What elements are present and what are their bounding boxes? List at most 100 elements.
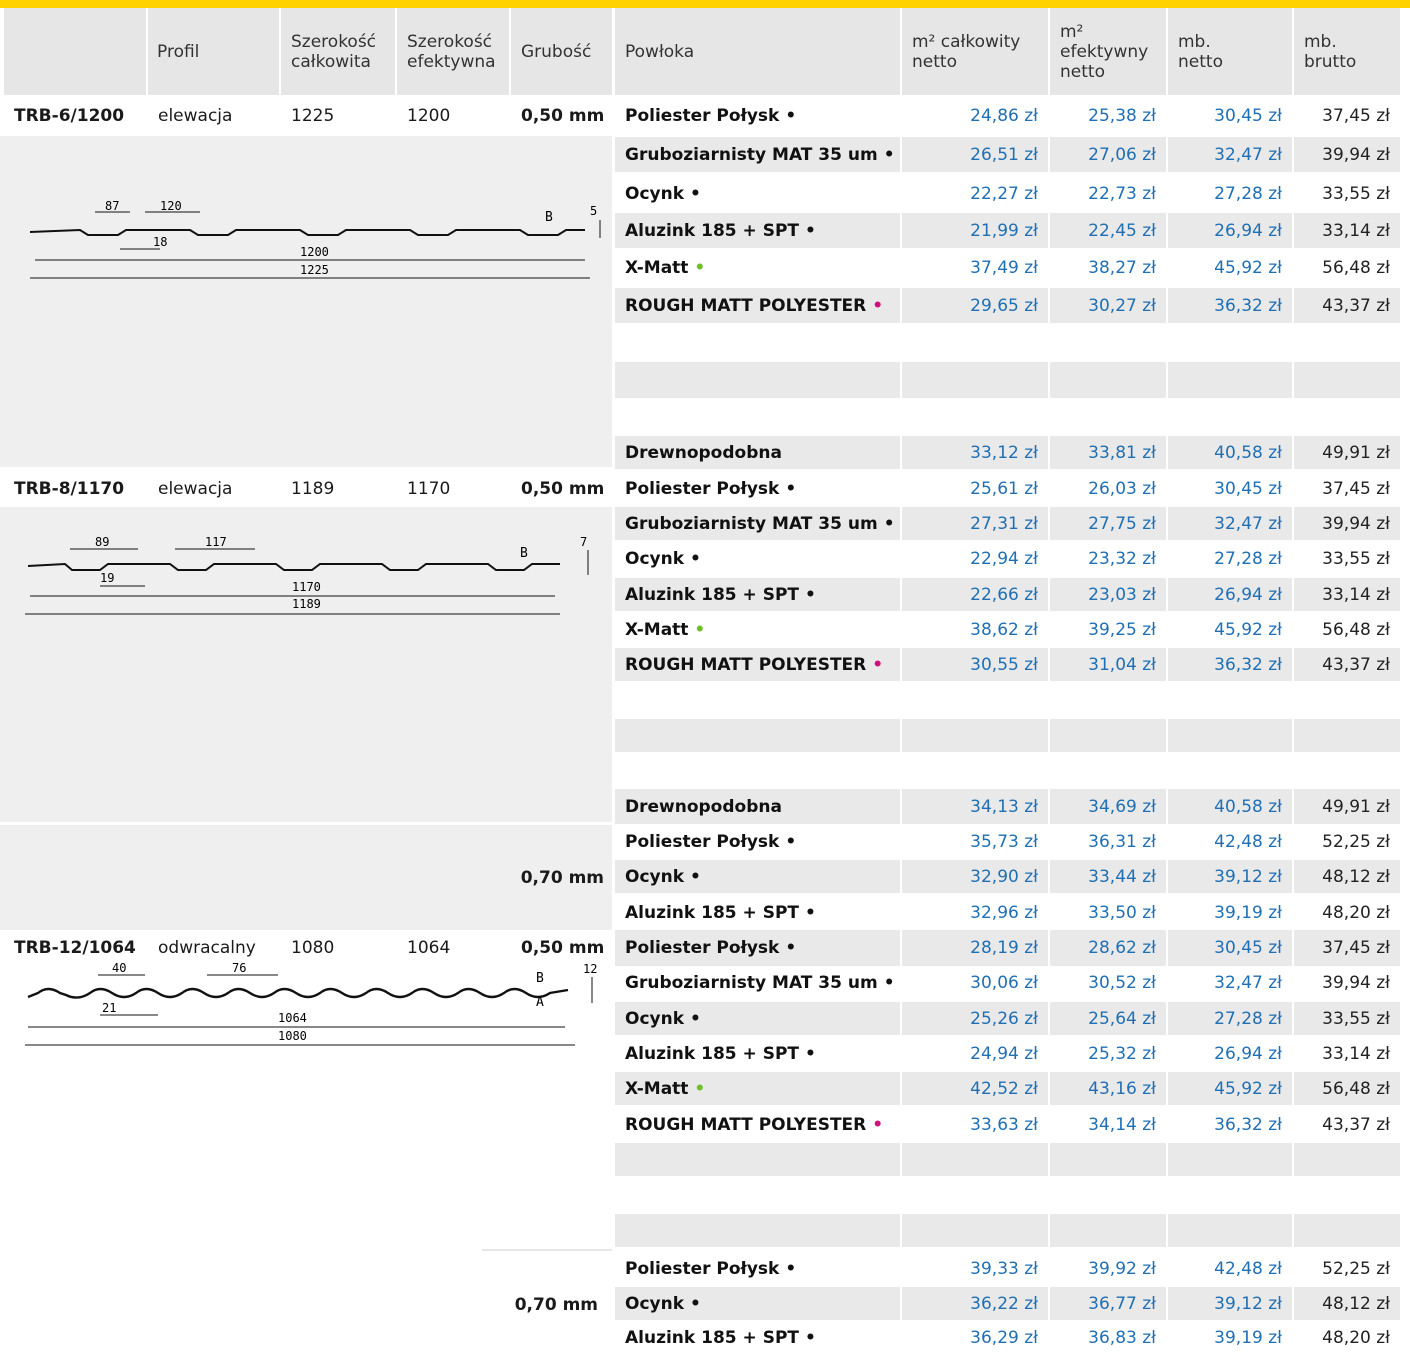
top-accent-bar <box>0 0 1410 8</box>
price-m2-ef: 25,38 zł <box>1050 98 1166 134</box>
coating-label: Aluzink 185 + SPT <box>625 1043 800 1064</box>
coating-dot-icon: • <box>883 144 895 165</box>
price-mb-netto: 45,92 zł <box>1168 250 1292 285</box>
coating-dot-icon: • <box>690 866 701 887</box>
coating-dot-icon: • <box>805 220 816 241</box>
coating-name: Gruboziarnisty MAT 35 um • <box>615 966 900 999</box>
product-grubosc-070: 0,70 mm <box>514 1295 598 1315</box>
price-m2-ef: 38,27 zł <box>1050 250 1166 285</box>
price-mb-netto: 40,58 zł <box>1168 789 1292 824</box>
coating-label: Drewnopodobna <box>625 442 782 463</box>
header-powloka: Powłoka <box>615 8 900 95</box>
header-mb-brutto: mb. brutto <box>1294 8 1400 95</box>
divider-line <box>482 1249 612 1251</box>
price-m2-calk: 37,49 zł <box>902 250 1048 285</box>
header-m2-calk: m² całkowity netto <box>902 8 1048 95</box>
product-grubosc: 0,50 mm <box>521 106 605 126</box>
price-mb-netto: 45,92 zł <box>1168 613 1292 646</box>
coating-label: Poliester Połysk <box>625 938 780 958</box>
coating-dot-icon: • <box>883 972 895 993</box>
empty-row-cell <box>902 362 1048 398</box>
price-mb-brutto: 48,20 zł <box>1294 896 1400 929</box>
coating-label: Ocynk <box>625 866 685 887</box>
coating-name: Aluzink 185 + SPT • <box>615 896 900 929</box>
coating-label: ROUGH MATT POLYESTER <box>625 295 867 316</box>
price-mb-brutto: 33,14 zł <box>1294 578 1400 611</box>
coating-label: X-Matt <box>625 257 689 278</box>
price-m2-calk: 33,63 zł <box>902 1108 1048 1141</box>
empty-row-cell <box>902 398 1048 434</box>
price-m2-calk: 32,90 zł <box>902 860 1048 893</box>
empty-row-cell <box>615 1214 900 1247</box>
price-m2-calk: 38,62 zł <box>902 613 1048 646</box>
price-mb-brutto: 52,25 zł <box>1294 1251 1400 1287</box>
sheet-outline <box>27 987 569 999</box>
price-m2-ef: 26,03 zł <box>1050 471 1166 507</box>
price-mb-brutto: 56,48 zł <box>1294 1072 1400 1105</box>
price-m2-ef: 22,45 zł <box>1050 213 1166 248</box>
empty-row-cell <box>1168 754 1292 787</box>
price-m2-ef: 39,92 zł <box>1050 1251 1166 1287</box>
coating-dot-icon: • <box>872 295 884 316</box>
empty-row-cell <box>1050 1214 1166 1247</box>
empty-row-cell <box>1294 684 1400 717</box>
coating-label: Ocynk <box>625 183 685 204</box>
price-m2-calk: 35,73 zł <box>902 825 1048 858</box>
empty-row-cell <box>902 1143 1048 1176</box>
dim-w2: 76 <box>232 961 246 975</box>
empty-row-cell <box>902 326 1048 359</box>
price-m2-ef: 36,31 zł <box>1050 825 1166 858</box>
coating-label: ROUGH MATT POLYESTER <box>625 654 867 675</box>
price-mb-brutto: 49,91 zł <box>1294 436 1400 469</box>
price-m2-calk: 32,96 zł <box>902 896 1048 929</box>
price-m2-calk: 21,99 zł <box>902 213 1048 248</box>
coating-dot-icon: • <box>785 479 797 499</box>
price-m2-calk: 26,51 zł <box>902 137 1048 172</box>
product-grubosc-070: 0,70 mm <box>520 868 604 888</box>
price-m2-calk: 39,33 zł <box>902 1251 1048 1287</box>
price-m2-ef: 33,81 zł <box>1050 436 1166 469</box>
coating-label: ROUGH MATT POLYESTER <box>625 1114 867 1135</box>
price-m2-ef: 28,62 zł <box>1050 930 1166 966</box>
price-mb-netto: 39,12 zł <box>1168 1287 1292 1320</box>
price-mb-brutto: 43,37 zł <box>1294 648 1400 681</box>
empty-row-cell <box>1294 398 1400 434</box>
price-m2-ef: 36,83 zł <box>1050 1322 1166 1354</box>
price-mb-netto: 27,28 zł <box>1168 542 1292 575</box>
coating-name: X-Matt • <box>615 250 900 285</box>
coating-label: Gruboziarnisty MAT 35 um <box>625 972 878 993</box>
coating-name: Aluzink 185 + SPT • <box>615 1322 900 1354</box>
coating-dot-icon: • <box>785 831 797 852</box>
price-mb-netto: 26,94 zł <box>1168 213 1292 248</box>
coating-name: Ocynk • <box>615 1287 900 1320</box>
price-mb-brutto: 52,25 zł <box>1294 825 1400 858</box>
empty-row-cell <box>615 1143 900 1176</box>
coating-name: Ocynk • <box>615 860 900 893</box>
empty-row-cell <box>1168 1143 1292 1176</box>
empty-row-cell <box>1168 398 1292 434</box>
empty-row-cell <box>1050 398 1166 434</box>
coating-dot-icon: • <box>690 183 701 204</box>
empty-row-cell <box>1050 326 1166 359</box>
price-mb-netto: 30,45 zł <box>1168 98 1292 134</box>
profile-diagram-trb6: 87 120 18 B 5 1200 1225 <box>29 199 601 279</box>
price-m2-ef: 27,75 zł <box>1050 507 1166 540</box>
side-label-a: A <box>536 995 544 1010</box>
coating-dot-icon: • <box>805 584 816 605</box>
coating-label: Aluzink 185 + SPT <box>625 902 800 923</box>
coating-dot-icon: • <box>785 1259 797 1279</box>
coating-name: ROUGH MATT POLYESTER • <box>615 1108 900 1141</box>
empty-row-cell <box>615 326 900 359</box>
price-mb-netto: 32,47 zł <box>1168 137 1292 172</box>
price-m2-ef: 22,73 zł <box>1050 176 1166 211</box>
header-m2-ef: m² efektywny netto <box>1050 8 1166 95</box>
price-m2-calk: 42,52 zł <box>902 1072 1048 1105</box>
price-mb-brutto: 56,48 zł <box>1294 613 1400 646</box>
price-mb-netto: 39,12 zł <box>1168 860 1292 893</box>
empty-row-cell <box>902 1214 1048 1247</box>
empty-row-cell <box>1050 1178 1166 1211</box>
empty-row-cell <box>1294 362 1400 398</box>
profile-diagram-trb12: 40 76 21 B A 12 1064 1080 <box>25 961 597 1046</box>
empty-row-cell <box>1168 719 1292 752</box>
price-m2-calk: 25,26 zł <box>902 1002 1048 1035</box>
